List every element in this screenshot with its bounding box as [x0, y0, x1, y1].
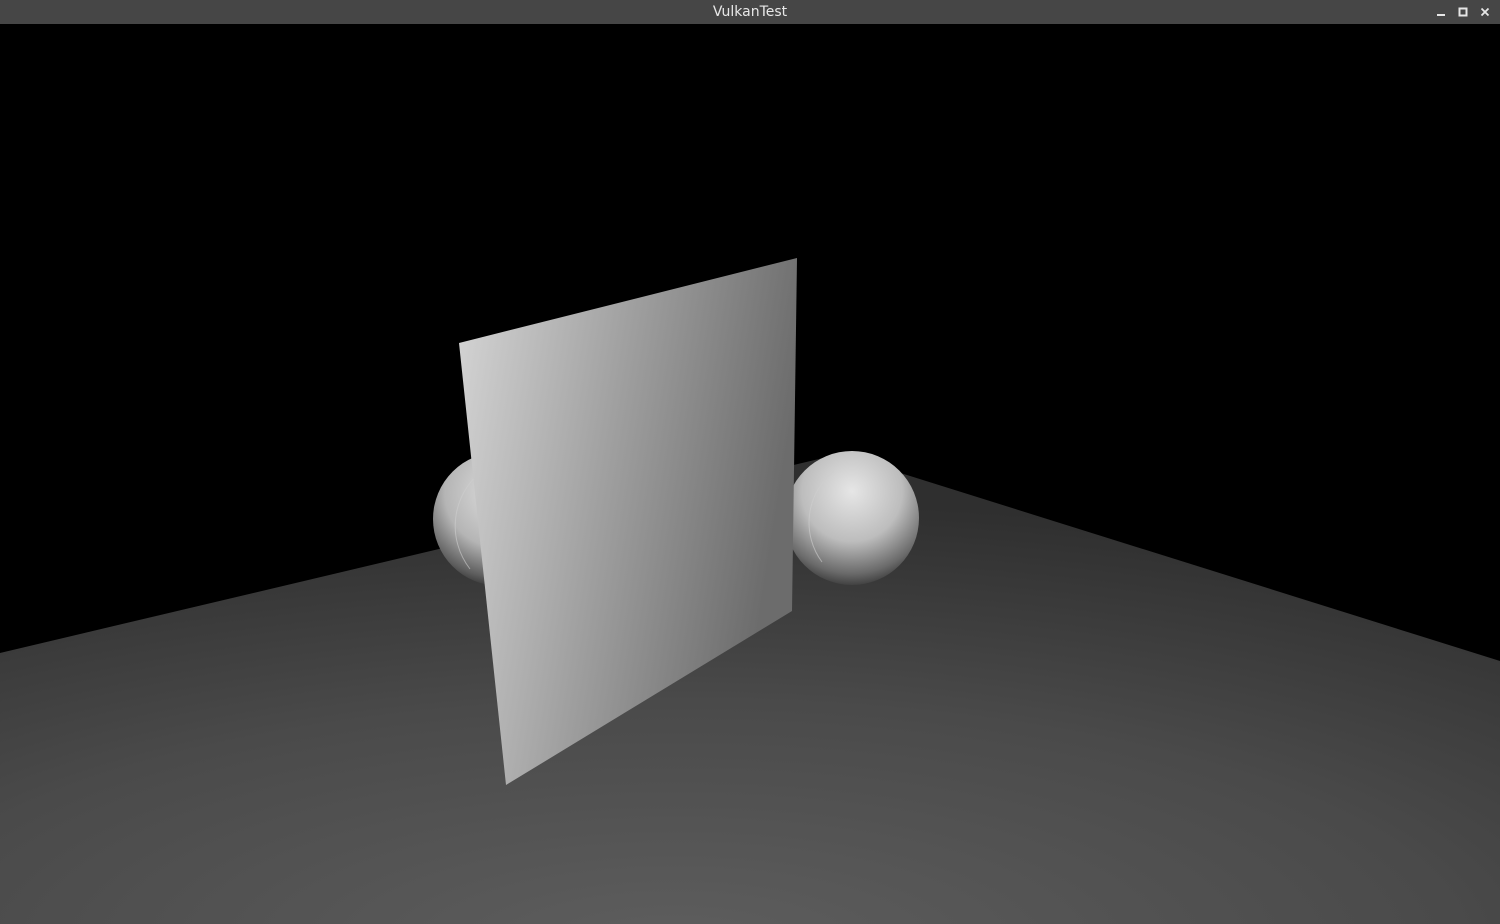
title-bar[interactable]: VulkanTest — [0, 0, 1500, 24]
sphere-right — [785, 451, 919, 585]
app-window: VulkanTest — [0, 0, 1500, 924]
maximize-icon — [1458, 7, 1468, 17]
minimize-button[interactable] — [1430, 0, 1452, 24]
close-icon — [1480, 7, 1490, 17]
scene-canvas — [0, 258, 1500, 924]
maximize-button[interactable] — [1452, 0, 1474, 24]
render-viewport[interactable] — [0, 24, 1500, 924]
window-controls — [1430, 0, 1496, 24]
close-button[interactable] — [1474, 0, 1496, 24]
window-title: VulkanTest — [712, 4, 788, 20]
minimize-icon — [1437, 14, 1445, 16]
